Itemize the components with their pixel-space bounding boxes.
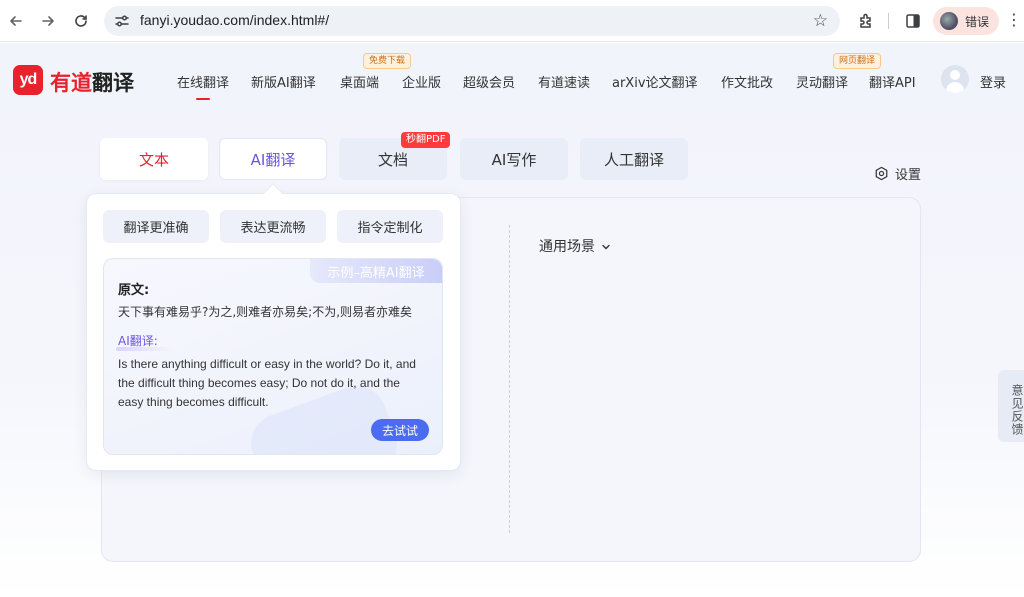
toolbar-separator: [888, 13, 889, 29]
feature-custom-instructions: 指令定制化: [337, 210, 443, 243]
chevron-down-icon: [602, 244, 611, 250]
browser-toolbar: fanyi.youdao.com/index.html#/ ☆ 错误 ⋮: [0, 0, 1024, 42]
profile-avatar: [940, 12, 958, 30]
star-icon[interactable]: ☆: [813, 11, 828, 31]
nav-lingdong[interactable]: 灵动翻译: [796, 72, 848, 91]
settings-icon: [875, 166, 888, 181]
nav-speed-read[interactable]: 有道速读: [538, 72, 590, 91]
back-icon[interactable]: [4, 9, 28, 33]
nav-essay-correction[interactable]: 作文批改: [721, 72, 773, 91]
nav-enterprise[interactable]: 企业版: [402, 72, 441, 91]
page-body: yd 有道翻译 在线翻译 新版AI翻译 桌面端 免费下载 企业版 超级会员 有道…: [0, 43, 1024, 597]
nav-new-ai-translate[interactable]: 新版AI翻译: [251, 72, 316, 91]
nav-super-member[interactable]: 超级会员: [463, 72, 515, 91]
url-text[interactable]: fanyi.youdao.com/index.html#/: [140, 12, 329, 28]
scene-select-label: 通用场景: [539, 239, 595, 255]
scene-select[interactable]: 通用场景: [539, 236, 611, 256]
ai-label-highlight: [116, 347, 172, 351]
example-card: 示例–高精AI翻译 原文: 天下事有难易乎?为之,则难者亦易矣;不为,则易者亦难…: [103, 258, 443, 455]
nav-online-translate[interactable]: 在线翻译: [177, 72, 229, 100]
tab-ai-translate-label: AI翻译: [250, 150, 296, 169]
user-avatar-icon[interactable]: [941, 65, 969, 93]
youdao-logo-icon[interactable]: yd: [13, 65, 43, 95]
forward-icon[interactable]: [36, 9, 60, 33]
nav-arxiv[interactable]: arXiv论文翻译: [612, 72, 698, 91]
tab-human-translate[interactable]: 人工翻译: [580, 138, 688, 180]
try-it-button[interactable]: 去试试: [371, 419, 429, 441]
tab-ai-writing[interactable]: AI写作: [460, 138, 568, 180]
feature-more-fluent: 表达更流畅: [220, 210, 326, 243]
panel-divider: [509, 225, 510, 533]
example-tag: 示例–高精AI翻译: [310, 259, 442, 283]
original-label: 原文:: [118, 283, 150, 298]
original-text: 天下事有难易乎?为之,则难者亦易矣;不为,则易者亦难矣: [118, 305, 413, 319]
profile-chip[interactable]: 错误: [933, 7, 999, 35]
tab-text[interactable]: 文本: [100, 138, 208, 180]
feedback-tab[interactable]: 意见反馈: [998, 370, 1024, 442]
reload-icon[interactable]: [69, 9, 93, 33]
nav-desktop[interactable]: 桌面端: [340, 72, 379, 91]
tab-ai-translate[interactable]: AI翻译: [219, 138, 327, 180]
tab-human-translate-label: 人工翻译: [603, 150, 664, 169]
feature-more-accurate: 翻译更准确: [103, 210, 209, 243]
nav-badge-web-translate: 网页翻译: [833, 53, 882, 69]
badge-pdf: 秒翻PDF: [401, 132, 451, 148]
tab-document-label: 文档: [377, 150, 408, 169]
nav-api[interactable]: 翻译API: [869, 72, 916, 91]
logo-text-product: 翻译: [92, 71, 134, 95]
more-vertical-icon[interactable]: ⋮: [1006, 10, 1022, 29]
tab-text-label: 文本: [138, 150, 169, 169]
side-panel-icon[interactable]: [902, 10, 924, 32]
logo-text-brand: 有道: [50, 71, 92, 95]
extensions-icon[interactable]: [855, 10, 877, 32]
site-info-icon[interactable]: [114, 13, 130, 29]
ai-translation-text: Is there anything difficult or easy in t…: [118, 357, 416, 409]
settings-button[interactable]: 设置: [874, 164, 921, 183]
profile-label: 错误: [965, 15, 990, 29]
logo-text[interactable]: 有道翻译: [50, 67, 134, 97]
nav-badge-free-download: 免费下载: [363, 53, 412, 69]
tab-ai-writing-label: AI写作: [491, 150, 537, 169]
address-bar[interactable]: fanyi.youdao.com/index.html#/ ☆: [104, 6, 840, 36]
login-link[interactable]: 登录: [980, 72, 1006, 91]
settings-label: 设置: [895, 168, 922, 183]
